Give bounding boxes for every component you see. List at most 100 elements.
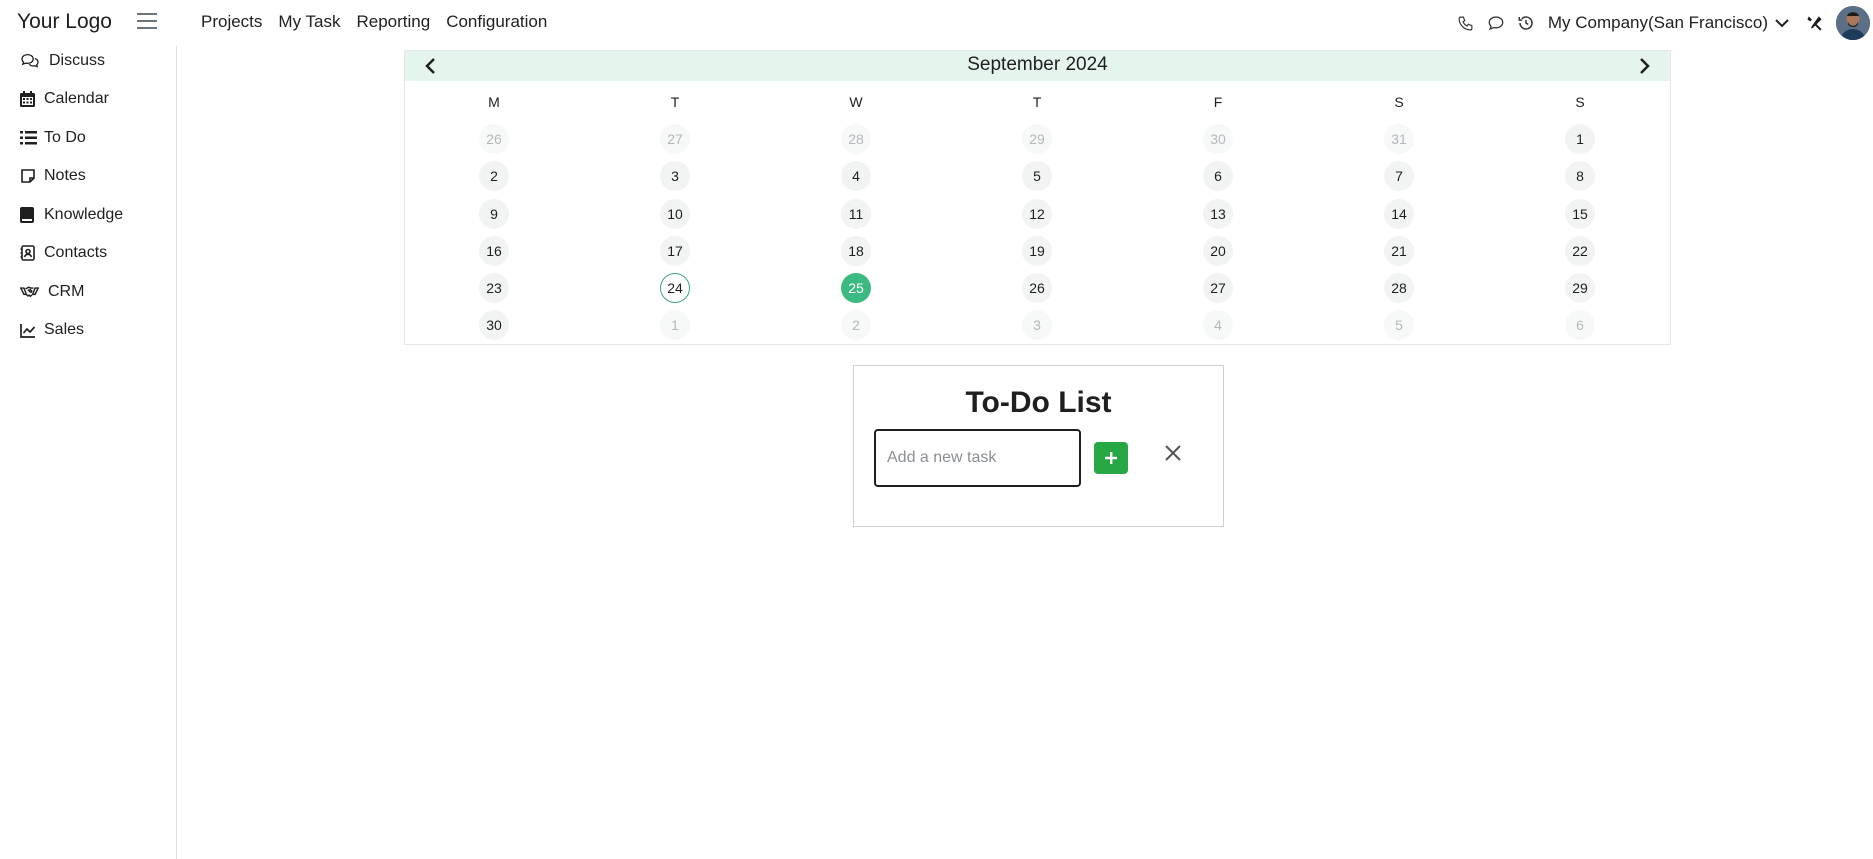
sidebar-item-sales[interactable]: Sales xyxy=(20,321,84,339)
calendar-day[interactable]: 18 xyxy=(841,236,871,266)
calendar-day[interactable]: 15 xyxy=(1565,199,1595,229)
calendar-day-outside[interactable]: 31 xyxy=(1384,124,1414,154)
calendar-icon xyxy=(20,90,40,108)
plus-icon xyxy=(1105,452,1117,464)
calendar-day-selected[interactable]: 25 xyxy=(841,273,871,303)
calendar-day[interactable]: 6 xyxy=(1203,161,1233,191)
sidebar-item-label: To Do xyxy=(44,129,86,146)
calendar-day[interactable]: 19 xyxy=(1022,236,1052,266)
nav-reporting[interactable]: Reporting xyxy=(356,12,430,32)
calendar-day-outside[interactable]: 27 xyxy=(660,124,690,154)
calendar-widget: September 2024 M T W T F S S 26 27 28 29 30 31 1 2 3 4 5 6… xyxy=(404,50,1671,345)
nav-configuration[interactable]: Configuration xyxy=(446,12,547,32)
sidebar-item-contacts[interactable]: Contacts xyxy=(20,244,107,262)
calendar-day[interactable]: 4 xyxy=(841,161,871,191)
calendar-day[interactable]: 7 xyxy=(1384,161,1414,191)
history-icon[interactable] xyxy=(1514,11,1538,35)
calendar-day[interactable]: 22 xyxy=(1565,236,1595,266)
calendar-day-outside[interactable]: 29 xyxy=(1022,124,1052,154)
calendar-day-outside[interactable]: 1 xyxy=(660,310,690,340)
list-icon xyxy=(20,129,40,147)
add-task-button[interactable] xyxy=(1094,442,1128,474)
calendar-day[interactable]: 26 xyxy=(1022,273,1052,303)
nav-my-task[interactable]: My Task xyxy=(278,12,340,32)
calendar-day[interactable]: 30 xyxy=(479,310,509,340)
menu-toggle-icon[interactable] xyxy=(137,13,157,31)
nav-projects[interactable]: Projects xyxy=(201,12,262,32)
handshake-icon xyxy=(20,283,40,301)
calendar-day[interactable]: 14 xyxy=(1384,199,1414,229)
calendar-day-outside[interactable]: 6 xyxy=(1565,310,1595,340)
calendar-day[interactable]: 21 xyxy=(1384,236,1414,266)
systray: My Company(San Francisco) xyxy=(1454,0,1873,46)
next-month-button[interactable] xyxy=(1633,55,1657,77)
calendar-day[interactable]: 8 xyxy=(1565,161,1595,191)
calendar-day[interactable]: 3 xyxy=(660,161,690,191)
weekday-label: S xyxy=(1394,94,1404,110)
sidebar: Discuss Calendar To Do Notes Knowledge C… xyxy=(0,46,177,859)
avatar[interactable] xyxy=(1836,6,1870,40)
sidebar-item-notes[interactable]: Notes xyxy=(20,167,86,185)
calendar-day[interactable]: 11 xyxy=(841,199,871,229)
top-navbar: Your Logo Projects My Task Reporting Con… xyxy=(0,0,1873,46)
sidebar-item-label: CRM xyxy=(48,283,85,300)
calendar-day[interactable]: 16 xyxy=(479,236,509,266)
sidebar-item-label: Calendar xyxy=(44,90,109,107)
calendar-day-outside[interactable]: 3 xyxy=(1022,310,1052,340)
sidebar-item-label: Sales xyxy=(44,321,85,338)
calendar-day-outside[interactable]: 2 xyxy=(841,310,871,340)
book-icon xyxy=(20,206,40,224)
tools-icon[interactable] xyxy=(1802,11,1826,35)
calendar-day-outside[interactable]: 5 xyxy=(1384,310,1414,340)
calendar-month-label: September 2024 xyxy=(967,54,1108,75)
app-logo[interactable]: Your Logo xyxy=(17,10,112,34)
weekday-label: T xyxy=(1032,94,1042,110)
phone-icon[interactable] xyxy=(1454,11,1478,35)
company-name: My Company(San Francisco) xyxy=(1547,13,1768,32)
note-icon xyxy=(20,167,40,185)
calendar-day[interactable]: 12 xyxy=(1022,199,1052,229)
sidebar-item-label: Notes xyxy=(44,167,86,184)
calendar-day[interactable]: 27 xyxy=(1203,273,1233,303)
calendar-day-today[interactable]: 24 xyxy=(660,273,690,303)
company-switcher[interactable]: My Company(San Francisco) xyxy=(1548,13,1790,33)
sidebar-item-label: Knowledge xyxy=(44,206,124,223)
calendar-header: September 2024 xyxy=(405,51,1670,81)
calendar-day[interactable]: 23 xyxy=(479,273,509,303)
close-icon[interactable] xyxy=(1161,441,1185,465)
calendar-day[interactable]: 17 xyxy=(660,236,690,266)
sidebar-item-crm[interactable]: CRM xyxy=(20,283,84,301)
new-task-input[interactable] xyxy=(874,429,1081,487)
sidebar-item-calendar[interactable]: Calendar xyxy=(20,90,109,108)
weekday-label: T xyxy=(670,94,680,110)
weekday-label: F xyxy=(1213,94,1223,110)
calendar-day[interactable]: 13 xyxy=(1203,199,1233,229)
calendar-day[interactable]: 28 xyxy=(1384,273,1414,303)
top-menu: Projects My Task Reporting Configuration xyxy=(201,12,563,32)
calendar-day[interactable]: 1 xyxy=(1565,124,1595,154)
calendar-day[interactable]: 9 xyxy=(479,199,509,229)
calendar-day[interactable]: 20 xyxy=(1203,236,1233,266)
sidebar-item-discuss[interactable]: Discuss xyxy=(20,52,105,70)
contact-card-icon xyxy=(20,244,40,262)
sidebar-item-label: Contacts xyxy=(44,244,108,261)
calendar-day[interactable]: 29 xyxy=(1565,273,1595,303)
calendar-day[interactable]: 2 xyxy=(479,161,509,191)
calendar-day-outside[interactable]: 4 xyxy=(1203,310,1233,340)
calendar-day-outside[interactable]: 28 xyxy=(841,124,871,154)
sidebar-item-knowledge[interactable]: Knowledge xyxy=(20,206,123,224)
calendar-day[interactable]: 10 xyxy=(660,199,690,229)
todo-title: To-Do List xyxy=(965,386,1112,419)
discuss-icon xyxy=(20,52,40,70)
weekday-label: M xyxy=(488,94,500,110)
sidebar-item-todo[interactable]: To Do xyxy=(20,129,86,147)
calendar-day[interactable]: 5 xyxy=(1022,161,1052,191)
sidebar-item-label: Discuss xyxy=(49,52,106,69)
chat-icon[interactable] xyxy=(1484,11,1508,35)
weekday-label: S xyxy=(1575,94,1585,110)
chevron-down-icon xyxy=(1774,17,1790,29)
calendar-day-outside[interactable]: 30 xyxy=(1203,124,1233,154)
calendar-day-outside[interactable]: 26 xyxy=(479,124,509,154)
todo-panel: To-Do List xyxy=(853,365,1224,527)
weekday-label: W xyxy=(849,94,863,110)
